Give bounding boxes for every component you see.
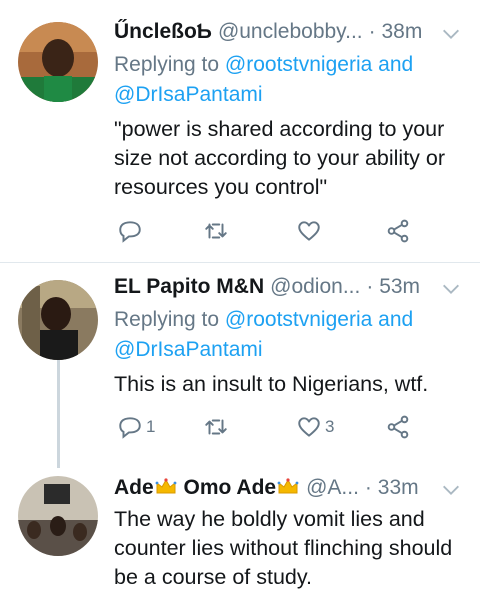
heart-icon (298, 221, 320, 241)
crown-emoji (155, 478, 177, 494)
tweet-3[interactable]: Ade Omo Ade @A... · 33m The way he boldl… (0, 468, 480, 609)
avatar[interactable] (18, 476, 98, 556)
tweet-actions (114, 216, 424, 246)
user-handle[interactable]: @odion... (270, 275, 360, 299)
share-button[interactable] (385, 216, 411, 246)
replying-to: Replying to @rootstvnigeria and @DrIsaPa… (114, 308, 414, 361)
mention-link[interactable]: @DrIsaPantami (114, 83, 263, 106)
reply-button[interactable] (117, 216, 146, 246)
tweet-header: Ade Omo Ade @A... · 33m (114, 476, 462, 506)
display-name[interactable]: Ade Omo Ade (114, 476, 300, 500)
tweet-text: The way he boldly vomit lies and counter… (114, 507, 453, 589)
mention-link[interactable]: @rootstvnigeria (225, 53, 372, 76)
like-button[interactable] (296, 216, 325, 246)
tweet-2[interactable]: EL Papito M&N @odion... · 53m Replying t… (0, 263, 480, 468)
retweet-icon (205, 419, 227, 435)
mention-link[interactable]: @rootstvnigeria (225, 308, 372, 331)
retweet-icon (205, 223, 227, 239)
share-button[interactable] (385, 412, 411, 442)
heart-icon (298, 417, 320, 437)
reply-button[interactable]: 1 (117, 412, 155, 442)
thread-line (57, 360, 60, 468)
timestamp: · 53m (366, 275, 421, 298)
chevron-down-icon[interactable] (440, 278, 462, 300)
tweet-header: EL Papito M&N @odion... · 53m (114, 275, 462, 305)
chevron-down-icon[interactable] (440, 479, 462, 501)
tweet-header: ŰncleßoƄ @unclebobby... · 38m (114, 20, 462, 50)
display-name[interactable]: EL Papito M&N (114, 275, 264, 299)
avatar-image (18, 476, 98, 556)
tweet-text: This is an insult to Nigerians, wtf. (114, 372, 429, 396)
avatar[interactable] (18, 280, 98, 360)
timestamp: · 33m (364, 476, 419, 499)
reply-icon (119, 417, 141, 439)
user-handle[interactable]: @A... (306, 476, 359, 500)
mention-link[interactable]: @DrIsaPantami (114, 338, 263, 361)
crown-emoji (277, 478, 299, 494)
share-icon (387, 415, 409, 439)
display-name[interactable]: ŰncleßoƄ (114, 20, 212, 44)
avatar-image (18, 22, 98, 102)
like-button[interactable]: 3 (296, 412, 334, 442)
retweet-button[interactable] (203, 216, 232, 246)
avatar-image (18, 280, 98, 360)
timestamp: · 38m (368, 20, 423, 43)
user-handle[interactable]: @unclebobby... (218, 20, 363, 44)
avatar[interactable] (18, 22, 98, 102)
tweet-1[interactable]: ŰncleßoƄ @unclebobby... · 38m Replying t… (0, 0, 480, 262)
replying-to: Replying to @rootstvnigeria and @DrIsaPa… (114, 53, 414, 106)
share-icon (387, 219, 409, 243)
tweet-actions: 1 3 (114, 412, 424, 442)
tweet-text: "power is shared according to your size … (114, 117, 446, 199)
retweet-button[interactable] (203, 412, 232, 442)
chevron-down-icon[interactable] (440, 23, 462, 45)
reply-icon (119, 221, 141, 243)
